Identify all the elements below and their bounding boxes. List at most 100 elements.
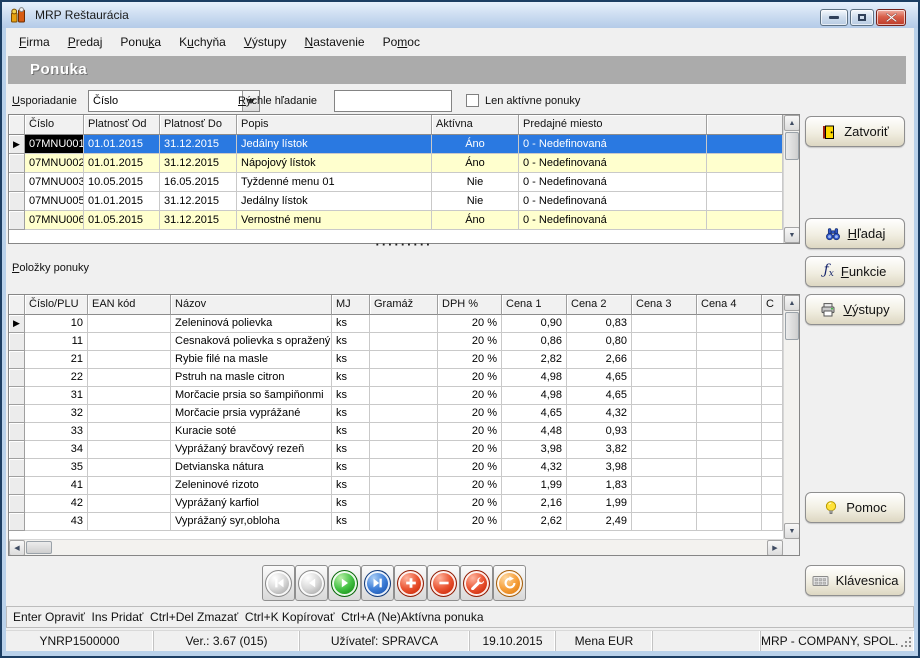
restore-button[interactable] (850, 9, 874, 26)
scrollbar-arrow-down-icon[interactable]: ▼ (784, 523, 800, 539)
column-header[interactable]: Číslo/PLU (25, 295, 88, 315)
grid-row[interactable]: 32Morčacie prsia vyprážanéks20 %4,654,32 (9, 405, 799, 423)
column-header[interactable]: MJ (332, 295, 370, 315)
vertical-scrollbar[interactable]: ▲▼ (783, 115, 799, 243)
column-header[interactable]: Popis (237, 115, 432, 135)
grid-row[interactable]: ▶07MNU00101.01.201531.12.2015Jedálny lís… (9, 135, 799, 154)
close-button[interactable]: Zatvoriť (805, 116, 905, 147)
column-header[interactable]: Cena 2 (567, 295, 632, 315)
close-button[interactable] (876, 9, 906, 26)
edit-record-button[interactable] (460, 565, 493, 601)
grid-cell (632, 387, 697, 405)
edit-record-icon (463, 570, 490, 597)
grid-row[interactable]: 31Morčacie prsia so šampiňonmiks20 %4,98… (9, 387, 799, 405)
quick-search-input[interactable] (334, 90, 452, 112)
grid-cell: 1,99 (502, 477, 567, 495)
column-header[interactable]: Platnosť Do (160, 115, 237, 135)
items-grid: Číslo/PLUEAN kódNázovMJGramážDPH %Cena 1… (8, 294, 800, 556)
column-header[interactable]: Aktívna (432, 115, 519, 135)
grid-cell (370, 513, 438, 531)
grid-cell: Morčacie prsia vyprážané (171, 405, 332, 423)
sort-combobox[interactable]: Číslo (88, 90, 260, 112)
column-header[interactable]: DPH % (438, 295, 502, 315)
next-record-button[interactable] (328, 565, 361, 601)
scrollbar-arrow-up-icon[interactable]: ▲ (784, 295, 800, 311)
scrollbar-arrow-up-icon[interactable]: ▲ (784, 115, 800, 131)
grid-row[interactable]: 07MNU00501.01.201531.12.2015Jedálny líst… (9, 192, 799, 211)
scrollbar-thumb[interactable] (26, 541, 52, 554)
column-header[interactable]: C (762, 295, 783, 315)
grid-cell (762, 333, 783, 351)
horizontal-scrollbar[interactable]: ◀▶ (9, 539, 783, 555)
grid-cell (697, 387, 762, 405)
active-only-checkbox[interactable] (466, 94, 479, 107)
outputs-button[interactable]: Výstupy (805, 294, 905, 325)
menu-item-nastavenie[interactable]: Nastavenie (296, 31, 374, 53)
vertical-scrollbar[interactable]: ▲▼ (783, 295, 799, 539)
grid-cell (762, 315, 783, 333)
grid-cell: 4,48 (502, 423, 567, 441)
record-navigator (262, 565, 526, 601)
grid-cell: 2,82 (502, 351, 567, 369)
grid-row[interactable]: 43Vyprážaný syr,oblohaks20 %2,622,49 (9, 513, 799, 531)
search-button[interactable]: Hľadaj (805, 218, 905, 249)
grid-cell: 31.12.2015 (160, 135, 237, 154)
row-selector-cell (9, 211, 25, 230)
grid-row[interactable]: 35Detvianska náturaks20 %4,323,98 (9, 459, 799, 477)
column-header[interactable]: EAN kód (88, 295, 171, 315)
grid-cell (762, 351, 783, 369)
resize-grip[interactable] (909, 645, 911, 647)
grid-row[interactable]: 07MNU00601.05.201531.12.2015Vernostné me… (9, 211, 799, 230)
column-header[interactable]: Predajné miesto (519, 115, 707, 135)
grid-cell: Kuracie soté (171, 423, 332, 441)
printer-icon (820, 302, 836, 318)
grid-cell: ks (332, 333, 370, 351)
grid-row[interactable]: 22Pstruh na masle citronks20 %4,984,65 (9, 369, 799, 387)
help-button[interactable]: Pomoc (805, 492, 905, 523)
delete-record-button[interactable] (427, 565, 460, 601)
menu-item-firma[interactable]: Firma (10, 31, 59, 53)
column-header[interactable]: Číslo (25, 115, 84, 135)
grid-cell: 20 % (438, 351, 502, 369)
scrollbar-arrow-left-icon[interactable]: ◀ (9, 540, 25, 556)
keyboard-button[interactable]: Klávesnica (805, 565, 905, 596)
grid-row[interactable]: 07MNU00310.05.201516.05.2015Tyždenné men… (9, 173, 799, 192)
menu-item-predaj[interactable]: Predaj (59, 31, 112, 53)
scrollbar-thumb[interactable] (785, 312, 799, 340)
grid-cell (370, 315, 438, 333)
grid-row[interactable]: 33Kuracie sotéks20 %4,480,93 (9, 423, 799, 441)
grid-row[interactable]: 41Zeleninové rizotoks20 %1,991,83 (9, 477, 799, 495)
column-header[interactable]: Cena 3 (632, 295, 697, 315)
refresh-record-button[interactable] (493, 565, 526, 601)
grid-cell: 20 % (438, 423, 502, 441)
grid-row[interactable]: 34Vyprážaný bravčový rezeňks20 %3,983,82 (9, 441, 799, 459)
grid-row[interactable]: 07MNU00201.01.201531.12.2015Nápojový lís… (9, 154, 799, 173)
minimize-button[interactable] (820, 9, 848, 26)
grid-row[interactable]: ▶10Zeleninová polievkaks20 %0,900,83 (9, 315, 799, 333)
column-header[interactable]: Cena 4 (697, 295, 762, 315)
column-header[interactable]: Gramáž (370, 295, 438, 315)
row-selector-cell (9, 154, 25, 173)
last-record-button[interactable] (361, 565, 394, 601)
scrollbar-arrow-right-icon[interactable]: ▶ (767, 540, 783, 556)
column-header[interactable]: Cena 1 (502, 295, 567, 315)
column-header[interactable]: Platnosť Od (84, 115, 160, 135)
functions-button[interactable]: ƒxFunkcie (805, 256, 905, 287)
splitter-handle[interactable] (8, 240, 800, 254)
menu-item-vystupy[interactable]: Výstupy (235, 31, 296, 53)
grid-cell: Cesnaková polievka s opraženým (171, 333, 332, 351)
grid-row[interactable]: 11Cesnaková polievka s opraženýmks20 %0,… (9, 333, 799, 351)
column-header[interactable]: Názov (171, 295, 332, 315)
grid-row[interactable]: 21Rybie filé na masleks20 %2,822,66 (9, 351, 799, 369)
close-icon (886, 13, 897, 22)
grid-row[interactable]: 42Vyprážaný karfiolks20 %2,161,99 (9, 495, 799, 513)
menu-item-pomoc[interactable]: Pomoc (374, 31, 429, 53)
grid-cell (697, 513, 762, 531)
grid-cell-filler (707, 173, 783, 192)
grid-cell (632, 333, 697, 351)
scrollbar-thumb[interactable] (785, 132, 799, 160)
menu-item-ponuka[interactable]: Ponuka (111, 31, 170, 53)
grid-cell (697, 477, 762, 495)
menu-item-kuchyna[interactable]: Kuchyňa (170, 31, 235, 53)
insert-record-button[interactable] (394, 565, 427, 601)
